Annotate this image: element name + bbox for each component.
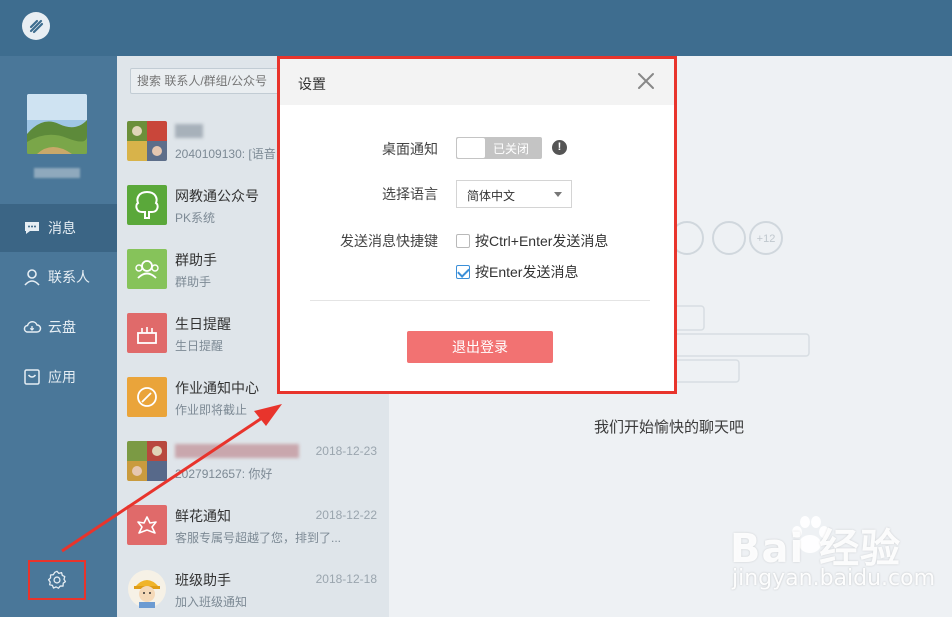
toggle-knob (457, 138, 485, 158)
option-ctrl-enter[interactable]: 按Ctrl+Enter发送消息 (456, 231, 608, 251)
apps-icon (22, 367, 42, 387)
conversation-preview: 群助手 (175, 275, 212, 289)
shortcut-label: 发送消息快捷键 (340, 233, 438, 249)
conversation-preview: PK系统 (175, 211, 216, 225)
conversation-name: 班级助手 (175, 572, 231, 588)
nav-label-cloud-drive: 云盘 (48, 319, 76, 335)
info-icon[interactable]: ! (552, 140, 567, 155)
checkbox-enter[interactable] (456, 265, 470, 279)
conversation-item[interactable]: 2027912657: 你好 2018-12-23 (117, 432, 389, 496)
settings-button[interactable] (28, 560, 86, 600)
conversation-avatar (127, 185, 167, 225)
language-select-value: 简体中文 (467, 189, 516, 203)
username-redacted (34, 168, 80, 178)
desktop-notify-toggle[interactable]: 已关闭 (456, 137, 542, 159)
chat-bubble-icon (22, 218, 42, 238)
conversation-preview: 作业即将截止 (175, 403, 248, 417)
cloud-drive-icon (22, 317, 42, 337)
conversation-preview: 生日提醒 (175, 339, 224, 353)
language-select[interactable]: 简体中文 (456, 180, 572, 208)
conversation-name: 群助手 (175, 252, 217, 268)
conversation-name: 鲜花通知 (175, 508, 231, 524)
checkbox-ctrl-enter[interactable] (456, 234, 470, 248)
conversation-date: 2018-12-18 (315, 572, 377, 586)
nav-label-contacts: 联系人 (48, 269, 90, 285)
conversation-preview: 加入班级通知 (175, 595, 248, 609)
logout-button[interactable]: 退出登录 (407, 331, 553, 363)
contact-icon (22, 267, 42, 287)
conversation-preview: 2027912657: 你好 (175, 467, 273, 481)
conversation-avatar (127, 121, 167, 161)
conversation-item[interactable]: 班级助手 加入班级通知 2018-12-18 (117, 560, 389, 617)
conversation-avatar (127, 505, 167, 545)
member-count-badge: +12 (757, 233, 776, 245)
conversation-preview: 2040109130: [语音 (175, 147, 276, 161)
nav-item-apps[interactable]: 应用 (0, 353, 117, 401)
nav-label-messages: 消息 (48, 220, 76, 236)
conversation-avatar (127, 569, 167, 609)
nav-item-messages[interactable]: 消息 (0, 204, 117, 252)
top-header (0, 0, 952, 56)
dialog-divider (310, 300, 650, 301)
conversation-date: 2018-12-22 (315, 508, 377, 522)
conversation-name (175, 442, 299, 459)
option-enter-label: 按Enter发送消息 (475, 264, 579, 280)
conversation-date: 2018-12-23 (315, 444, 377, 458)
conversation-preview: 客服专属号超越了您，排到了... (175, 531, 342, 545)
settings-dialog: 设置 桌面通知 已关闭 ! 选择语言 简体中文 发送消息快捷键 按Ctrl+En… (277, 56, 677, 394)
conversation-item[interactable]: 鲜花通知 客服专属号超越了您，排到了... 2018-12-22 (117, 496, 389, 560)
left-navigation: 消息 联系人 云盘 应用 (0, 56, 117, 617)
conversation-avatar (127, 377, 167, 417)
dialog-title: 设置 (298, 76, 326, 92)
option-ctrl-enter-label: 按Ctrl+Enter发送消息 (475, 233, 609, 249)
language-label: 选择语言 (382, 186, 438, 202)
conversation-name: 网教通公众号 (175, 188, 259, 204)
conversation-avatar (127, 441, 167, 481)
conversation-avatar (127, 313, 167, 353)
empty-chat-text: 我们开始愉快的聊天吧 (594, 419, 745, 436)
nav-item-contacts[interactable]: 联系人 (0, 253, 117, 301)
desktop-notify-label: 桌面通知 (382, 141, 438, 157)
watermark-url: jingyan.baidu.com (732, 566, 936, 591)
user-avatar[interactable] (27, 94, 87, 154)
close-icon[interactable] (636, 71, 656, 91)
conversation-avatar (127, 249, 167, 289)
option-enter[interactable]: 按Enter发送消息 (456, 262, 578, 282)
app-logo (22, 12, 50, 40)
nav-label-apps: 应用 (48, 369, 76, 385)
conversation-name (175, 122, 203, 139)
gear-icon (47, 570, 67, 589)
chevron-down-icon (554, 192, 562, 197)
toggle-state-label: 已关闭 (493, 142, 530, 156)
conversation-name: 作业通知中心 (175, 380, 259, 396)
dialog-header: 设置 (280, 59, 674, 105)
nav-item-cloud-drive[interactable]: 云盘 (0, 303, 117, 351)
conversation-name: 生日提醒 (175, 316, 231, 332)
